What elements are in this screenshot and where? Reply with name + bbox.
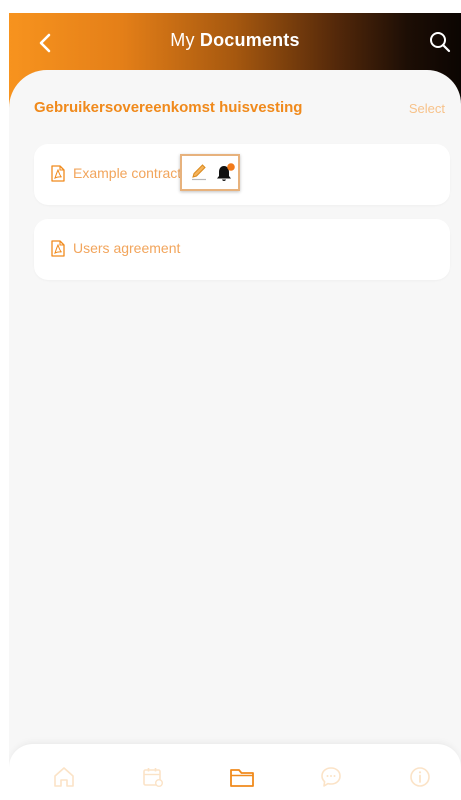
pdf-icon <box>51 240 65 257</box>
pdf-icon <box>51 165 65 182</box>
bell-icon[interactable] <box>214 162 236 184</box>
section-title: Gebruikersovereenkomst huisvesting <box>34 99 303 116</box>
chat-icon <box>321 767 341 787</box>
edit-icon[interactable] <box>190 163 208 181</box>
page-title-prefix: My <box>170 30 195 50</box>
document-card-example-contract[interactable]: Example contract <box>34 144 450 205</box>
nav-item-home[interactable] <box>51 764 77 790</box>
nav-item-documents[interactable] <box>229 764 255 790</box>
nav-item-info[interactable] <box>407 764 433 790</box>
info-icon <box>410 767 430 787</box>
search-icon <box>430 32 451 53</box>
select-button[interactable]: Select <box>409 101 445 116</box>
page-title-main: Documents <box>199 30 300 50</box>
notification-dot <box>227 163 235 171</box>
bottom-navigation <box>9 743 461 800</box>
search-button[interactable] <box>425 27 455 57</box>
folder-icon <box>230 769 254 787</box>
document-name: Example contract <box>73 165 182 181</box>
document-card-users-agreement[interactable]: Users agreement <box>34 219 450 280</box>
page-title: My Documents <box>9 30 461 51</box>
documents-content: Gebruikersovereenkomst huisvesting Selec… <box>9 70 461 800</box>
app-screen: My Documents Gebruikersovereenkomst huis… <box>9 13 461 800</box>
nav-item-messages[interactable] <box>318 764 344 790</box>
document-name: Users agreement <box>73 240 181 256</box>
nav-item-calendar[interactable] <box>140 764 166 790</box>
calendar-icon <box>143 768 163 787</box>
document-actions-highlight <box>180 154 240 191</box>
home-icon <box>54 767 74 787</box>
